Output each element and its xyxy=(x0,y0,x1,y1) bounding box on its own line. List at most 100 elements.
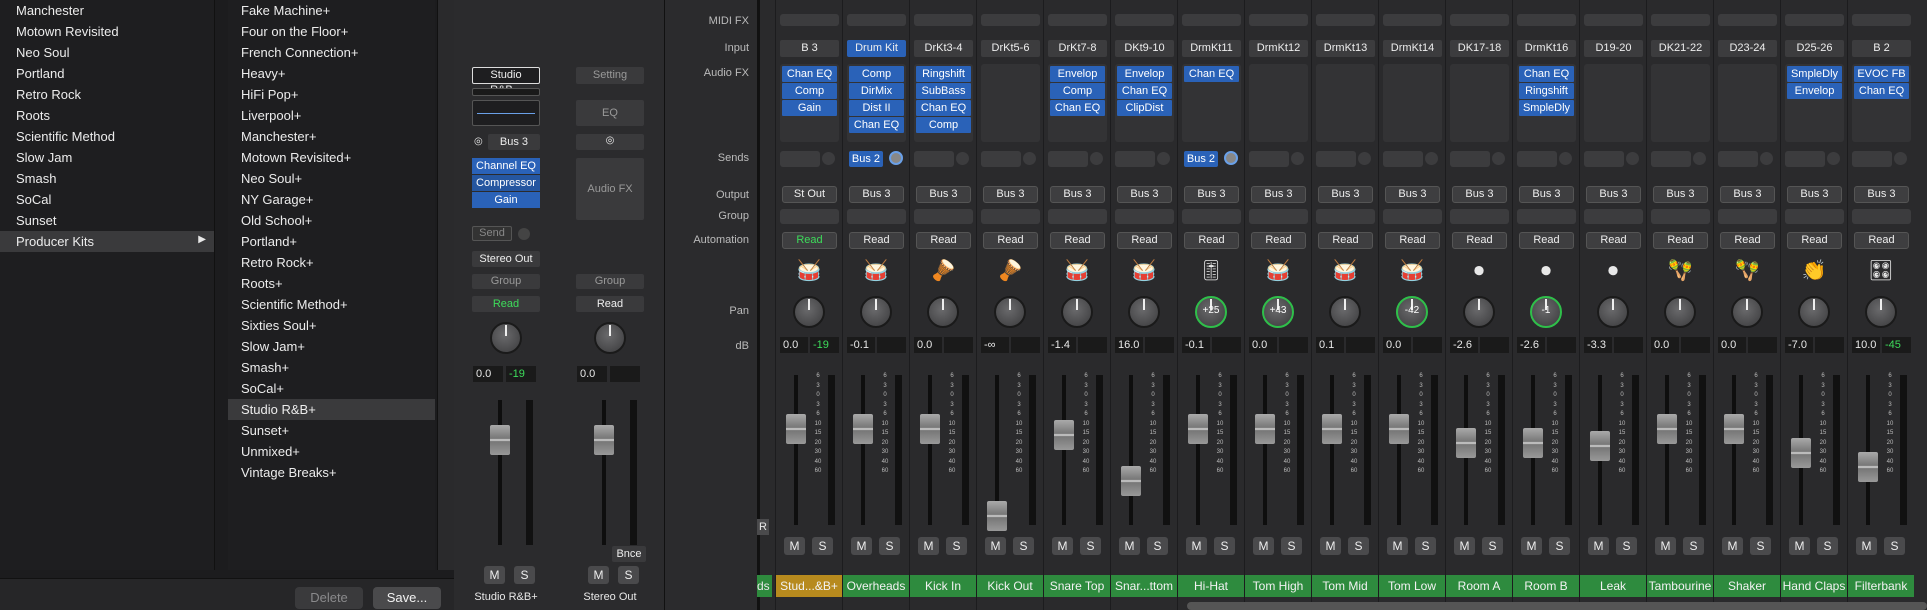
volume-fader[interactable] xyxy=(1791,438,1811,468)
send-slot[interactable] xyxy=(1785,151,1825,167)
save-button[interactable]: Save... xyxy=(373,587,441,609)
output-button[interactable]: Bus 3 xyxy=(916,186,971,203)
plugin-slot[interactable]: Chan EQ xyxy=(1184,66,1239,82)
patch-item[interactable]: Roots+ xyxy=(228,273,435,294)
patch-item[interactable]: Slow Jam+ xyxy=(228,336,435,357)
output-button[interactable]: Bus 3 xyxy=(1117,186,1172,203)
send-slot[interactable] xyxy=(1048,151,1088,167)
midi-fx-slot[interactable] xyxy=(1517,14,1576,26)
output-button[interactable]: Bus 3 xyxy=(1184,186,1239,203)
output-button[interactable]: St Out xyxy=(782,186,837,203)
automation-read-button[interactable]: Read xyxy=(1318,232,1373,249)
kit-item[interactable]: Producer Kits xyxy=(0,231,214,252)
plugin-slot[interactable]: Dist II xyxy=(849,100,904,116)
instrument-icon[interactable]: 🥁 xyxy=(1131,258,1157,284)
send-knob[interactable] xyxy=(1626,152,1639,165)
send-button[interactable]: Bus 2 xyxy=(849,151,883,167)
send-knob[interactable] xyxy=(1157,152,1170,165)
kit-item[interactable]: Sunset xyxy=(0,210,214,231)
send-slot[interactable] xyxy=(981,151,1021,167)
midi-fx-slot[interactable] xyxy=(1718,14,1777,26)
volume-fader[interactable] xyxy=(1188,414,1208,445)
send-knob[interactable] xyxy=(822,152,835,165)
output-button[interactable]: Bus 3 xyxy=(1452,186,1507,203)
volume-fader[interactable] xyxy=(1657,414,1677,445)
automation-read-button[interactable]: Read xyxy=(1184,232,1239,249)
channel-name[interactable]: Snar...ttom xyxy=(1111,575,1177,597)
channel-name[interactable]: Snare Top xyxy=(1044,575,1110,597)
group-slot[interactable] xyxy=(914,209,973,224)
group-slot[interactable] xyxy=(1517,209,1576,224)
solo-button[interactable]: S xyxy=(812,537,833,555)
automation-read-button[interactable]: Read xyxy=(1586,232,1641,249)
pan-knob[interactable] xyxy=(490,322,522,354)
input-button[interactable]: D19-20 xyxy=(1584,40,1643,57)
group-slot[interactable] xyxy=(1584,209,1643,224)
audio-fx-area[interactable] xyxy=(1383,64,1442,142)
solo-button[interactable]: S xyxy=(1214,537,1235,555)
volume-fader[interactable] xyxy=(1523,428,1543,459)
automation-read-button[interactable]: Read xyxy=(1720,232,1775,249)
input-button[interactable]: DrmKt16 xyxy=(1517,40,1576,57)
automation-read-button[interactable]: Read xyxy=(1452,232,1507,249)
send-slot[interactable] xyxy=(1718,151,1758,167)
solo-button[interactable]: S xyxy=(1147,537,1168,555)
plugin-slot[interactable]: Ringshift xyxy=(916,66,971,82)
output-button[interactable]: Bus 3 xyxy=(1519,186,1574,203)
solo-button[interactable]: S xyxy=(879,537,900,555)
volume-fader[interactable] xyxy=(1456,428,1476,459)
send-knob[interactable] xyxy=(1023,152,1036,165)
send-level-knob[interactable] xyxy=(889,151,903,165)
solo-button[interactable]: S xyxy=(618,566,639,584)
solo-button[interactable]: S xyxy=(514,566,535,584)
midi-fx-slot[interactable] xyxy=(847,14,906,26)
patch-item[interactable]: Portland+ xyxy=(228,231,435,252)
plugin-channel-eq[interactable]: Channel EQ xyxy=(472,158,540,174)
plugin-slot[interactable]: Comp xyxy=(916,117,971,133)
pan-knob[interactable] xyxy=(793,296,825,328)
output-button[interactable]: Bus 3 xyxy=(1586,186,1641,203)
kit-item[interactable]: Retro Rock xyxy=(0,84,214,105)
patch-item[interactable]: Motown Revisited+ xyxy=(228,147,435,168)
channel-name[interactable]: Tom Mid xyxy=(1312,575,1378,597)
audio-fx-area[interactable] xyxy=(1450,64,1509,142)
solo-button[interactable]: S xyxy=(1616,537,1637,555)
output-button[interactable]: Bus 3 xyxy=(1653,186,1708,203)
automation-read-button[interactable]: Read xyxy=(782,232,837,249)
midi-fx-slot[interactable] xyxy=(1450,14,1509,26)
volume-fader[interactable] xyxy=(1590,431,1610,461)
pan-knob[interactable] xyxy=(1329,296,1361,328)
input-button[interactable]: DrKt3-4 xyxy=(914,40,973,57)
plugin-slot[interactable]: Chan EQ xyxy=(1854,83,1909,99)
group-slot[interactable] xyxy=(1718,209,1777,224)
plugin-gain[interactable]: Gain xyxy=(472,192,540,208)
automation-read-button[interactable]: Read xyxy=(1251,232,1306,249)
plugin-slot[interactable]: ClipDist xyxy=(1117,100,1172,116)
pan-knob[interactable] xyxy=(594,322,626,354)
solo-button[interactable]: S xyxy=(1080,537,1101,555)
kit-item[interactable]: Roots xyxy=(0,105,214,126)
send-slot[interactable] xyxy=(914,151,954,167)
volume-fader[interactable] xyxy=(1389,414,1409,445)
midi-fx-slot[interactable] xyxy=(1316,14,1375,26)
solo-button[interactable]: S xyxy=(1013,537,1034,555)
send-knob[interactable] xyxy=(518,228,530,240)
input-button[interactable]: DrKt5-6 xyxy=(981,40,1040,57)
output-button[interactable]: Bus 3 xyxy=(849,186,904,203)
volume-fader[interactable] xyxy=(786,414,806,445)
send-slot[interactable] xyxy=(1249,151,1289,167)
send-slot[interactable] xyxy=(1852,151,1892,167)
instrument-icon[interactable]: 🥁 xyxy=(1064,258,1090,284)
mute-button[interactable]: M xyxy=(1320,537,1341,555)
send-knob[interactable] xyxy=(1827,152,1840,165)
group-slot[interactable] xyxy=(780,209,839,224)
volume-fader[interactable] xyxy=(594,425,614,455)
channel-name[interactable]: Hand Claps xyxy=(1781,575,1847,597)
mute-button[interactable]: M xyxy=(1052,537,1073,555)
eq-thumbnail[interactable] xyxy=(472,100,540,126)
output-button[interactable]: Bus 3 xyxy=(1251,186,1306,203)
patch-item[interactable]: Fake Machine+ xyxy=(228,0,435,21)
volume-fader[interactable] xyxy=(987,501,1007,531)
automation-read-button[interactable]: Read xyxy=(983,232,1038,249)
channel-name[interactable]: Tom High xyxy=(1245,575,1311,597)
